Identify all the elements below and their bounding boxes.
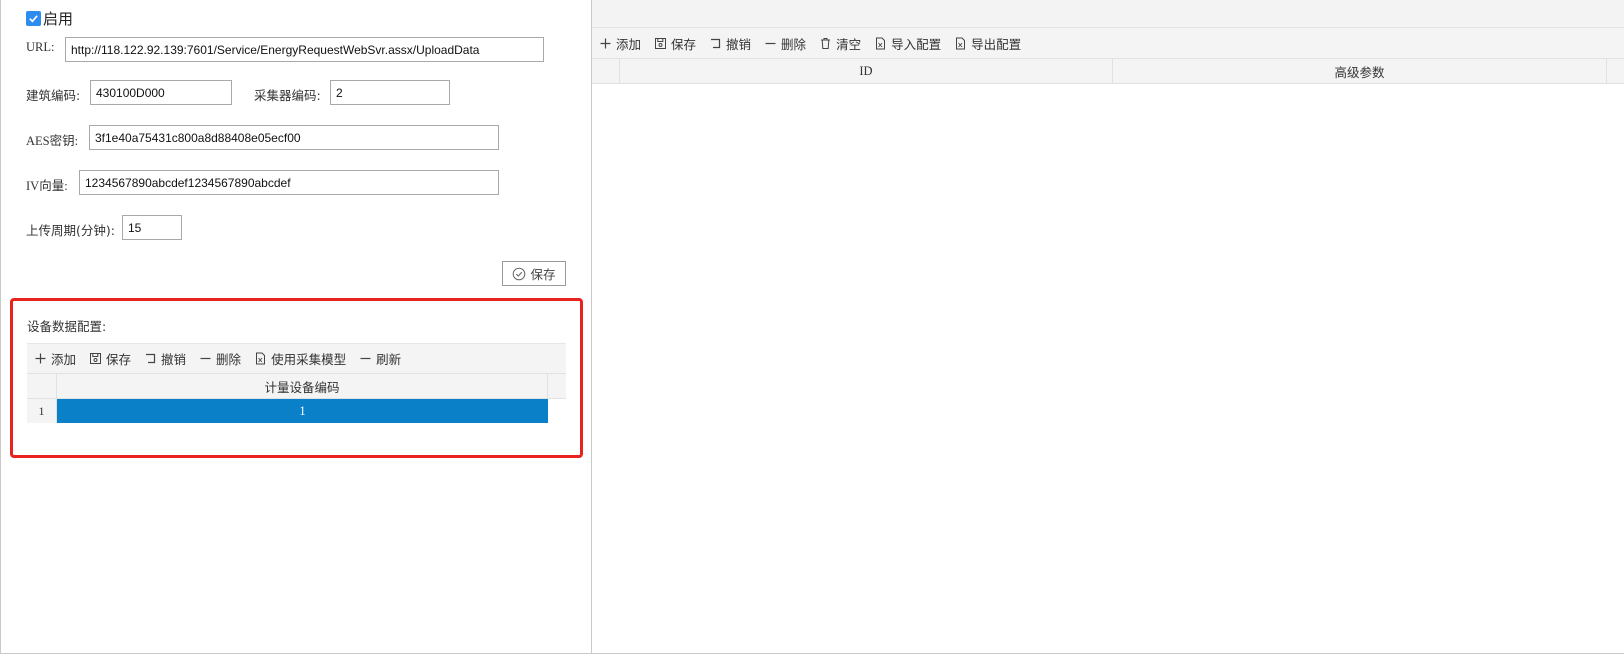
trash-icon (821, 37, 831, 49)
url-label: URL: (26, 40, 55, 54)
collector-code-label: 采集器编码: (254, 88, 321, 103)
save-icon (90, 353, 102, 364)
table-row[interactable]: 1 1 (27, 399, 566, 423)
adv-save-button[interactable]: 保存 (654, 34, 696, 53)
device-save-button[interactable]: 保存 (89, 349, 131, 368)
collector-code-input[interactable] (330, 80, 450, 105)
device-add-button[interactable]: 添加 (34, 349, 76, 368)
enable-checkbox-row[interactable]: 启用 (26, 8, 73, 29)
save-icon (655, 37, 667, 49)
device-grid: 计量设备编码 1 1 (27, 373, 566, 423)
import-config-label: 导入配置 (891, 36, 942, 52)
column-header-device-code[interactable]: 计量设备编码 (57, 374, 548, 398)
column-header-id[interactable]: ID (620, 59, 1113, 83)
excel-file-icon (256, 352, 266, 365)
building-code-label: 建筑编码: (26, 88, 81, 103)
export-config-label: 导出配置 (971, 36, 1022, 52)
undo-icon (711, 38, 721, 48)
app-root: 启用 URL: 建筑编码: 采集器编码: AES密钥: IV向量: 上传周期(分… (0, 0, 1624, 654)
aes-key-input[interactable] (89, 125, 499, 150)
enable-label: 启用 (43, 10, 74, 28)
device-undo-label: 撤销 (161, 352, 187, 367)
row-number-header (592, 59, 620, 83)
device-undo-button[interactable]: 撤销 (144, 349, 186, 368)
device-refresh-label: 刷新 (376, 352, 402, 367)
adv-save-label: 保存 (671, 36, 697, 52)
scrollbar-gutter (1607, 59, 1624, 83)
adv-delete-button[interactable]: 删除 (764, 34, 806, 53)
adv-undo-label: 撤销 (726, 36, 752, 52)
adv-delete-label: 删除 (781, 36, 807, 52)
upload-period-input[interactable] (122, 215, 182, 240)
minus-icon (765, 42, 776, 44)
undo-icon (146, 353, 156, 364)
iv-input[interactable] (79, 170, 499, 195)
device-grid-header: 计量设备编码 (27, 373, 566, 399)
advanced-grid-header: ID 高级参数 (592, 58, 1624, 84)
device-save-label: 保存 (106, 352, 132, 367)
save-button-label: 保存 (530, 267, 556, 282)
device-add-label: 添加 (51, 352, 77, 367)
device-delete-label: 删除 (216, 352, 242, 367)
device-code-cell[interactable]: 1 (57, 399, 548, 423)
excel-file-icon (876, 37, 886, 49)
advanced-params-panel: 添加 保存 撤销 删除 清空 导入配置 导出配置 ID 高级参数 (591, 0, 1624, 654)
adv-clear-button[interactable]: 清空 (819, 34, 861, 53)
export-config-button[interactable]: 导出配置 (954, 34, 1021, 53)
excel-file-icon (956, 37, 966, 49)
device-config-toolbar: 添加 保存 撤销 删除 使用采集模型 刷新 (27, 343, 566, 373)
adv-clear-label: 清空 (836, 36, 862, 52)
import-config-button[interactable]: 导入配置 (874, 34, 941, 53)
enable-checkbox[interactable] (26, 11, 41, 26)
scrollbar-gutter (548, 374, 566, 398)
upload-period-label: 上传周期(分钟): (26, 223, 115, 238)
url-input[interactable] (65, 37, 544, 62)
aes-key-label: AES密钥: (26, 134, 79, 148)
plus-icon (35, 353, 46, 364)
column-header-advanced-params[interactable]: 高级参数 (1113, 59, 1607, 83)
minus-icon (200, 357, 211, 360)
check-circle-icon (513, 267, 526, 280)
check-icon (29, 15, 38, 23)
panel-header-bar (592, 0, 1624, 28)
adv-add-label: 添加 (616, 36, 642, 52)
adv-undo-button[interactable]: 撤销 (709, 34, 751, 53)
upload-config-panel: 启用 URL: 建筑编码: 采集器编码: AES密钥: IV向量: 上传周期(分… (0, 0, 591, 654)
use-model-button[interactable]: 使用采集模型 (254, 349, 346, 368)
minus-icon (360, 357, 371, 360)
row-number-header (27, 374, 57, 398)
device-config-title: 设备数据配置: (27, 319, 107, 334)
device-refresh-button[interactable]: 刷新 (359, 349, 401, 368)
save-button[interactable]: 保存 (502, 261, 566, 286)
iv-label: IV向量: (26, 179, 68, 193)
device-delete-button[interactable]: 删除 (199, 349, 241, 368)
plus-icon (600, 38, 611, 48)
adv-add-button[interactable]: 添加 (599, 34, 641, 53)
building-code-input[interactable] (90, 80, 232, 105)
advanced-toolbar: 添加 保存 撤销 删除 清空 导入配置 导出配置 (592, 28, 1624, 58)
use-model-label: 使用采集模型 (271, 352, 347, 367)
row-number: 1 (27, 399, 57, 423)
